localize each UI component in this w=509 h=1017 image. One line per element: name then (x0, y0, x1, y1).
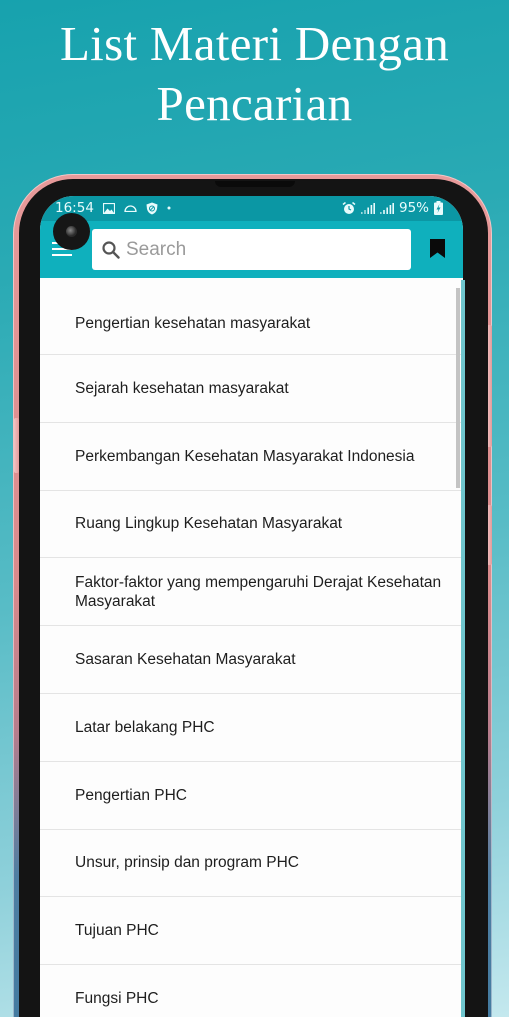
cloud-icon (124, 205, 137, 212)
list-item[interactable]: Fungsi PHC (40, 965, 463, 1017)
battery-charging-icon (434, 201, 443, 215)
phone-speaker-slot (215, 181, 295, 187)
image-icon (102, 202, 115, 214)
battery-percent: 95% (398, 200, 429, 216)
list-item[interactable]: Faktor-faktor yang mempengaruhi Derajat … (40, 558, 463, 627)
search-input[interactable] (126, 238, 396, 261)
list-item[interactable]: Sasaran Kesehatan Masyarakat (40, 626, 463, 694)
front-camera (53, 213, 90, 250)
list-item[interactable]: Perkembangan Kesehatan Masyarakat Indone… (40, 422, 463, 491)
list-item[interactable]: Unsur, prinsip dan program PHC (40, 829, 463, 898)
list-item[interactable]: Latar belakang PHC (40, 693, 463, 762)
status-bar: 16:54 95% (40, 196, 463, 221)
shield-icon (146, 202, 158, 214)
signal-icon (360, 202, 375, 214)
alarm-icon (342, 201, 356, 214)
list-item[interactable]: Tujuan PHC (40, 897, 463, 966)
list-item[interactable]: Ruang Lingkup Kesehatan Masyarakat (40, 490, 463, 559)
signal-icon (379, 202, 394, 214)
app-toolbar (40, 221, 463, 278)
list-item[interactable]: Sejarah kesehatan masyarakat (40, 355, 463, 423)
bookmark-icon[interactable] (430, 239, 445, 258)
list-scrollbar[interactable] (456, 288, 460, 488)
screen-edge-highlight (461, 280, 465, 1017)
list-item[interactable]: Pengertian PHC (40, 761, 463, 830)
dot-icon (167, 206, 171, 210)
promo-title-line-1: List Materi Dengan (59, 16, 450, 71)
promo-title-line-2: Pencarian (156, 76, 353, 131)
search-box[interactable] (92, 229, 411, 270)
phone-screen: 16:54 95% Search Pengertian kesehatan ma… (40, 196, 463, 1017)
materi-list: Pengertian kesehatan masyarakat Sejarah … (40, 278, 463, 1017)
list-item[interactable]: Pengertian kesehatan masyarakat (40, 278, 463, 355)
promo-title: List Materi Dengan Pencarian (0, 14, 509, 134)
search-icon (102, 240, 120, 259)
